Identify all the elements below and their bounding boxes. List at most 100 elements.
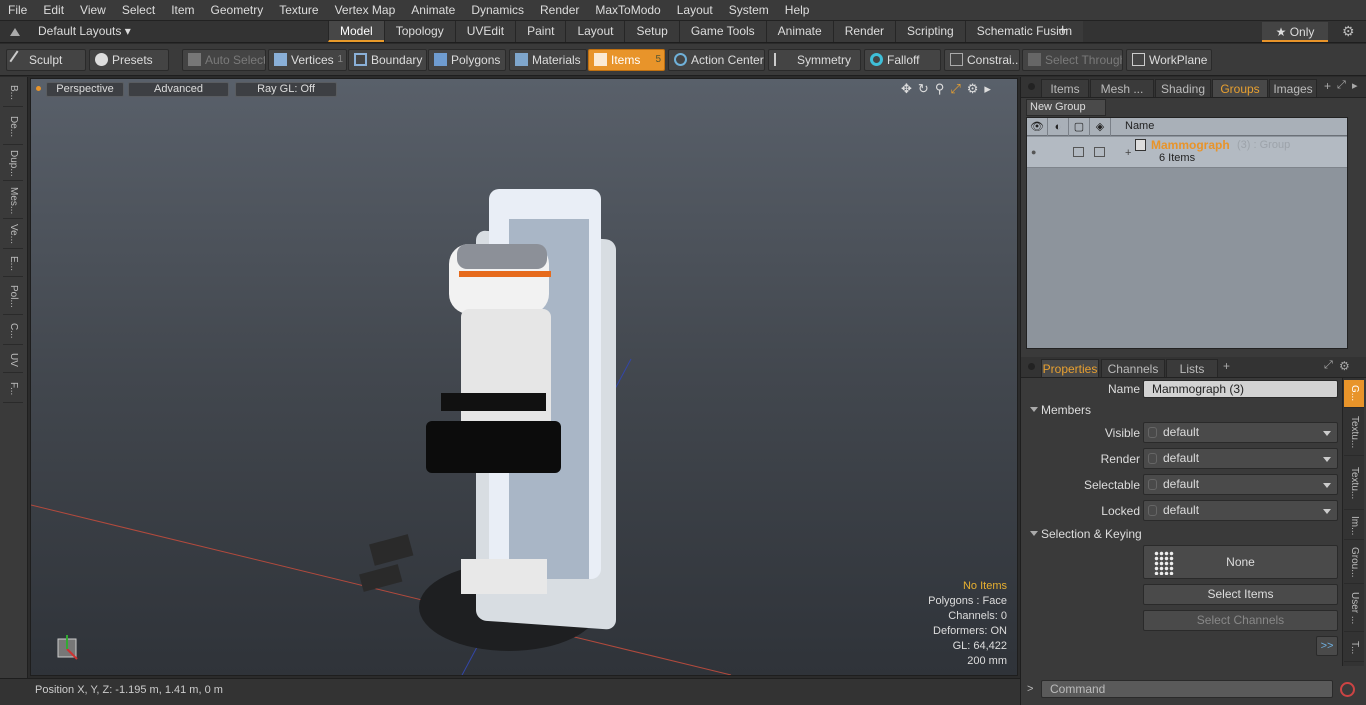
menu-item[interactable]: Render (532, 3, 587, 17)
expand-icon[interactable]: ⤢ (1337, 79, 1346, 92)
menu-item[interactable]: Layout (669, 3, 721, 17)
left-tool-tab[interactable]: Pol... (3, 279, 23, 315)
falloff-button[interactable]: Falloff (864, 49, 941, 71)
expand-plus-icon[interactable]: + (1125, 147, 1131, 159)
mode-tab[interactable]: Paint (515, 21, 566, 42)
select-through-button[interactable]: Select Through (1022, 49, 1123, 71)
menu-item[interactable]: Vertex Map (327, 3, 404, 17)
workplane-button[interactable]: WorkPlane (1126, 49, 1212, 71)
expand-icon[interactable]: ⤢ (1324, 359, 1333, 372)
mode-tab[interactable]: Setup (624, 21, 679, 42)
side-tab[interactable]: Im... (1344, 512, 1364, 540)
select-items-button[interactable]: Select Items (1143, 584, 1338, 605)
left-tool-tab[interactable]: Ve... (3, 221, 23, 249)
record-icon[interactable] (1340, 682, 1355, 697)
members-section[interactable]: Members (1028, 401, 1338, 419)
mode-tab[interactable]: UVEdit (454, 21, 516, 42)
tab-mesh[interactable]: Mesh ... (1090, 79, 1154, 97)
left-tool-tab[interactable]: B... (3, 79, 23, 107)
command-input[interactable]: Command (1041, 680, 1333, 698)
presets-button[interactable]: Presets (89, 49, 169, 71)
group-render-toggle[interactable] (1073, 147, 1084, 157)
visible-dropdown[interactable]: default (1143, 422, 1338, 443)
tab-images[interactable]: Images (1269, 79, 1317, 97)
side-tab[interactable]: Grou... (1344, 542, 1364, 584)
keying-none-button[interactable]: None (1143, 545, 1338, 579)
add-tab-icon[interactable]: + (1223, 359, 1230, 373)
selection-keying-section[interactable]: Selection & Keying (1028, 525, 1338, 543)
mode-tab[interactable]: Scripting (895, 21, 965, 42)
menu-item[interactable]: Help (777, 3, 818, 17)
symmetry-button[interactable]: Symmetry (768, 49, 861, 71)
tab-properties[interactable]: Properties (1041, 359, 1099, 377)
more-button[interactable]: >> (1316, 636, 1338, 656)
render-icon[interactable]: ◐ (1048, 118, 1069, 136)
visibility-eye-icon[interactable]: 👁 (1027, 118, 1048, 136)
mode-tab[interactable]: Model (328, 21, 384, 42)
menu-item[interactable]: Animate (403, 3, 463, 17)
add-tab-button[interactable]: + (1058, 22, 1067, 40)
constrain-button[interactable]: Constrai... (944, 49, 1020, 71)
group-row[interactable]: ● + Mammograph (3) : Group 6 Items (1027, 137, 1347, 168)
name-field[interactable]: Mammograph (3) (1143, 380, 1338, 398)
locked-dropdown[interactable]: default (1143, 500, 1338, 521)
new-group-button[interactable]: New Group (1026, 99, 1106, 116)
menu-item[interactable]: Item (163, 3, 202, 17)
tab-lists[interactable]: Lists (1166, 359, 1218, 377)
select-channels-button[interactable]: Select Channels (1143, 610, 1338, 631)
side-tab[interactable]: T... (1344, 634, 1364, 662)
menu-item[interactable]: MaxToModo (587, 3, 668, 17)
left-tool-tab[interactable]: Mes... (3, 183, 23, 219)
left-tool-tab[interactable]: Dup... (3, 147, 23, 181)
vertices-button[interactable]: Vertices 1 (268, 49, 347, 71)
boundary-button[interactable]: Boundary (348, 49, 427, 71)
side-tab[interactable]: User ... (1344, 586, 1364, 632)
menu-item[interactable]: System (721, 3, 777, 17)
tab-channels[interactable]: Channels (1101, 359, 1165, 377)
gear-icon[interactable]: ⚙ (1342, 23, 1355, 40)
mode-tab[interactable]: Animate (765, 21, 833, 42)
home-icon[interactable] (10, 26, 20, 36)
gear-icon[interactable]: ⚙ (1339, 359, 1350, 373)
panel-menu-icon[interactable] (1028, 363, 1035, 370)
select-icon[interactable]: ◈ (1090, 118, 1111, 136)
more-arrow-icon[interactable]: ▸ (1352, 79, 1358, 92)
left-tool-tab[interactable]: E... (3, 251, 23, 277)
menu-item[interactable]: Geometry (203, 3, 272, 17)
sculpt-button[interactable]: Sculpt (6, 49, 86, 71)
left-tool-tab[interactable]: C... (3, 317, 23, 345)
3d-viewport[interactable]: Perspective Advanced Ray GL: Off ✥ ↻ ⚲ ⤢… (30, 78, 1018, 676)
side-tab[interactable]: G... (1344, 380, 1364, 408)
mode-tab[interactable]: Topology (383, 21, 455, 42)
menu-item[interactable]: Texture (271, 3, 326, 17)
selectable-dropdown[interactable]: default (1143, 474, 1338, 495)
mode-tab[interactable]: Game Tools (678, 21, 766, 42)
only-toggle[interactable]: ★ Only (1262, 22, 1328, 42)
panel-menu-icon[interactable] (1028, 83, 1035, 90)
layouts-dropdown[interactable]: Default Layouts ▾ (38, 24, 131, 38)
render-dropdown[interactable]: default (1143, 448, 1338, 469)
items-button[interactable]: Items 5 (588, 49, 665, 71)
group-lock-toggle[interactable] (1094, 147, 1105, 157)
materials-button[interactable]: Materials (509, 49, 587, 71)
side-tab[interactable]: Textu... (1344, 410, 1364, 456)
tab-groups[interactable]: Groups (1212, 79, 1268, 97)
menu-item[interactable]: Select (114, 3, 163, 17)
tab-shading[interactable]: Shading (1155, 79, 1211, 97)
group-eye-icon[interactable]: ● (1031, 147, 1036, 157)
menu-item[interactable]: Dynamics (463, 3, 532, 17)
left-tool-tab[interactable]: F... (3, 375, 23, 403)
menu-item[interactable]: File (0, 3, 35, 17)
auto-select-button[interactable]: Auto Select (182, 49, 266, 71)
add-tab-icon[interactable]: + (1324, 79, 1331, 93)
lock-icon[interactable]: ▢ (1069, 118, 1090, 136)
side-tab[interactable]: Textu... (1344, 458, 1364, 510)
menu-item[interactable]: Edit (35, 3, 72, 17)
mode-tab[interactable]: Render (832, 21, 896, 42)
tab-items[interactable]: Items (1041, 79, 1089, 97)
mode-tab[interactable]: Layout (565, 21, 625, 42)
action-center-button[interactable]: Action Center (668, 49, 765, 71)
left-tool-tab[interactable]: De... (3, 109, 23, 145)
left-tool-tab[interactable]: UV (3, 347, 23, 373)
polygons-button[interactable]: Polygons (428, 49, 506, 71)
